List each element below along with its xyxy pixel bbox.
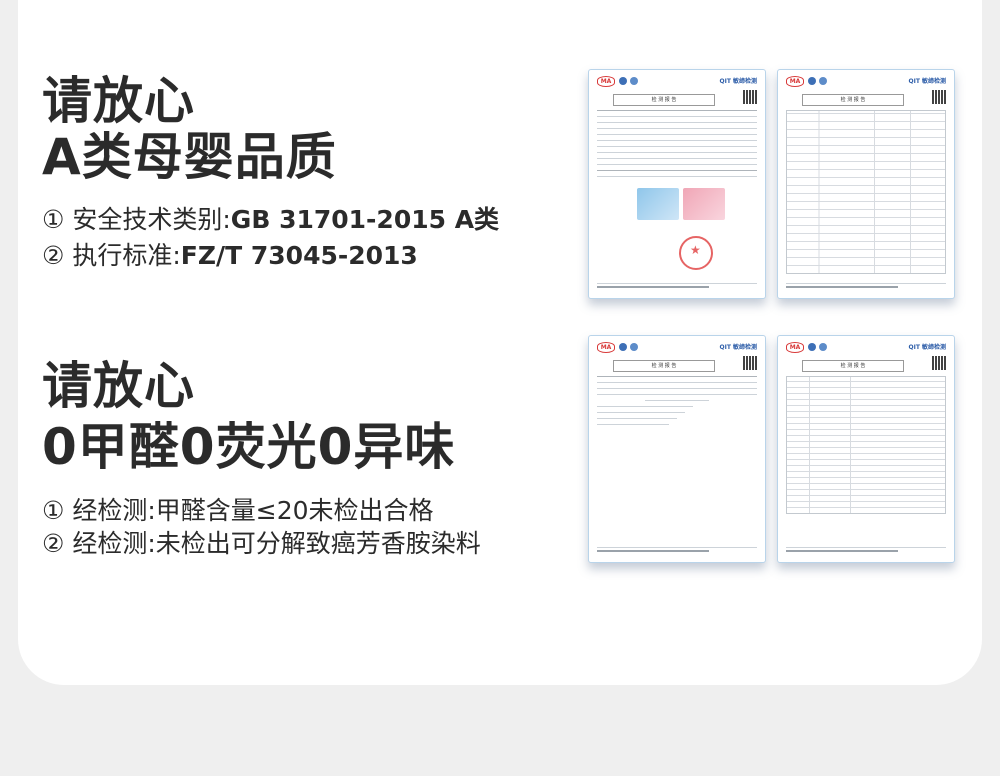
qit-logo: QIT 敏缔检测 [908,344,946,351]
qr-code-icon [743,356,757,370]
qit-logo: QIT 敏缔检测 [908,78,946,85]
qr-code-icon [743,90,757,104]
report-title: 检 测 报 告 [613,360,715,372]
ma-mark-icon: MA [597,76,615,87]
report-header: MA QIT 敏缔检测 [786,342,946,353]
cnas-logo-icon [819,77,827,85]
official-seal-icon [679,236,713,270]
report-footer [786,283,946,290]
ilac-logo-icon [808,77,816,85]
qr-code-icon [932,90,946,104]
report-title: 检 测 报 告 [613,94,715,106]
test-report-page-4: MA QIT 敏缔检测 检 测 报 告 [777,335,955,563]
bullet-label: ② 执行标准: [42,241,181,270]
test-report-page-3: MA QIT 敏缔检测 检 测 报 告 [588,335,766,563]
report-footer [597,547,757,554]
ilac-logo-icon [808,343,816,351]
cnas-logo-icon [819,343,827,351]
report-title: 检 测 报 告 [802,360,904,372]
report-text-lines [597,376,757,430]
report-header: MA QIT 敏缔检测 [597,342,757,353]
sample-photo [683,188,725,220]
section2-headline-line1: 请放心 [42,357,195,415]
qit-logo: QIT 敏缔检测 [719,344,757,351]
ma-mark-icon: MA [786,76,804,87]
ma-mark-icon: MA [597,342,615,353]
bullet-value: GB 31701-2015 A类 [230,205,500,234]
test-report-page-2: MA QIT 敏缔检测 检 测 报 告 [777,69,955,299]
report-footer [786,547,946,554]
ma-mark-icon: MA [786,342,804,353]
section2-bullet-formaldehyde: ① 经检测:甲醛含量≤20未检出合格 [42,496,434,525]
sample-photo [637,188,679,220]
section1-headline-line2: A类母婴品质 [42,128,337,186]
section2-bullet-azo-dyes: ② 经检测:未检出可分解致癌芳香胺染料 [42,529,481,558]
qr-code-icon [932,356,946,370]
amine-list-table [786,376,946,514]
section1-bullet-category: ① 安全技术类别:GB 31701-2015 A类 [42,203,499,237]
section1-headline-line1: 请放心 [42,72,195,130]
bullet-value: FZ/T 73045-2013 [180,241,418,270]
cnas-logo-icon [630,77,638,85]
ilac-logo-icon [619,77,627,85]
section1-bullet-standard: ② 执行标准:FZ/T 73045-2013 [42,239,418,273]
report-header: MA QIT 敏缔检测 [597,76,757,87]
report-footer [597,283,757,290]
report-text-lines [597,110,757,182]
cnas-logo-icon [630,343,638,351]
qit-logo: QIT 敏缔检测 [719,78,757,85]
report-header: MA QIT 敏缔检测 [786,76,946,87]
section2-headline-line2: 0甲醛0荧光0异味 [42,418,456,476]
report-title: 检 测 报 告 [802,94,904,106]
results-table [786,110,946,274]
ilac-logo-icon [619,343,627,351]
bullet-label: ① 安全技术类别: [42,205,231,234]
test-report-page-1: MA QIT 敏缔检测 检 测 报 告 [588,69,766,299]
